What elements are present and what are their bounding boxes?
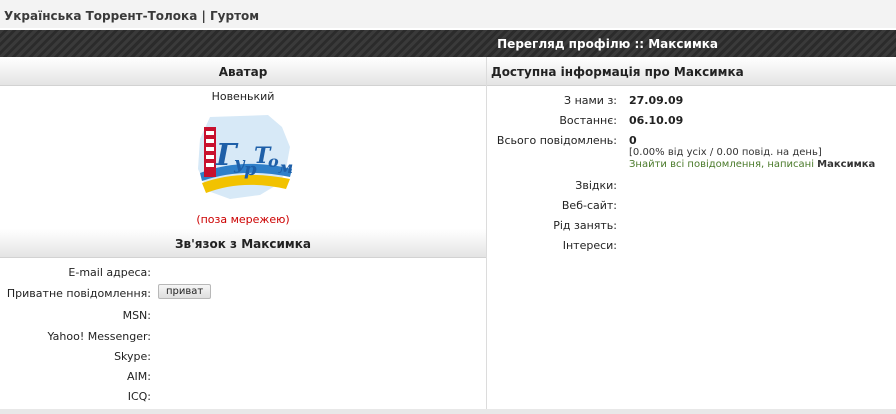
- find-posts-text: Знайти всі повідомлення, написані: [629, 159, 814, 170]
- info-heading: Доступна інформація про Максимка: [491, 65, 744, 79]
- info-heading-bar: Доступна інформація про Максимка: [487, 57, 896, 86]
- avatar-heading-bar: Аватар: [0, 57, 486, 86]
- aim-row: AIM:: [0, 366, 486, 386]
- svg-text:м: м: [278, 158, 293, 177]
- private-message-button[interactable]: приват: [158, 284, 212, 299]
- email-label: E-mail адреса:: [68, 266, 151, 279]
- last-visit-label: Востаннє:: [559, 114, 617, 127]
- private-message-row: Приватне повідомлення: приват: [0, 283, 486, 303]
- avatar-image: Г у р Т о м: [190, 109, 296, 205]
- interests-label: Інтереси:: [562, 239, 617, 252]
- yahoo-label: Yahoo! Messenger:: [47, 330, 151, 343]
- last-visit-value: 06.10.09: [629, 114, 684, 127]
- left-panel: Аватар Новенький Г у р Т о м (поза мереж…: [0, 57, 487, 409]
- msn-label: MSN:: [122, 309, 151, 322]
- yahoo-row: Yahoo! Messenger:: [0, 326, 486, 346]
- total-posts-value: 0: [629, 134, 637, 147]
- page-title: Перегляд профілю :: Максимка: [497, 37, 718, 51]
- gurtom-logo: Г у р Т о м: [198, 115, 293, 199]
- joined-label: З нами з:: [564, 94, 617, 107]
- find-posts-link[interactable]: Знайти всі повідомлення, написані Максим…: [629, 159, 875, 170]
- online-status: (поза мережею): [196, 213, 290, 226]
- right-panel: Доступна інформація про Максимка З нами …: [487, 57, 896, 409]
- skype-label: Skype:: [114, 350, 151, 363]
- msn-row: MSN:: [0, 305, 486, 325]
- total-posts-label: Всього повідомлень:: [496, 134, 617, 147]
- contact-heading: Зв'язок з Максимка: [175, 237, 311, 251]
- breadcrumb: Українська Торрент-Толока | Гуртом: [0, 0, 896, 28]
- find-posts-user: Максимка: [817, 159, 876, 170]
- email-row: E-mail адреса:: [0, 262, 486, 282]
- bottom-divider: [0, 409, 896, 414]
- aim-label: AIM:: [127, 370, 151, 383]
- website-label: Веб-сайт:: [561, 199, 617, 212]
- icq-label: ICQ:: [127, 390, 151, 403]
- location-label: Звідки:: [575, 179, 617, 192]
- icq-row: ICQ:: [0, 386, 486, 406]
- site-title-link[interactable]: Українська Торрент-Толока | Гуртом: [4, 9, 259, 23]
- private-message-label: Приватне повідомлення:: [6, 287, 151, 300]
- skype-row: Skype:: [0, 346, 486, 366]
- avatar-heading: Аватар: [218, 65, 268, 79]
- contact-heading-bar: Зв'язок з Максимка: [0, 229, 486, 258]
- joined-value: 27.09.09: [629, 94, 684, 107]
- user-rank: Новенький: [211, 90, 275, 103]
- posts-stats: [0.00% від усіх / 0.00 повід. на день]: [629, 147, 822, 158]
- occupation-label: Рід занять:: [553, 219, 617, 232]
- page-title-bar: Перегляд профілю :: Максимка: [0, 30, 896, 57]
